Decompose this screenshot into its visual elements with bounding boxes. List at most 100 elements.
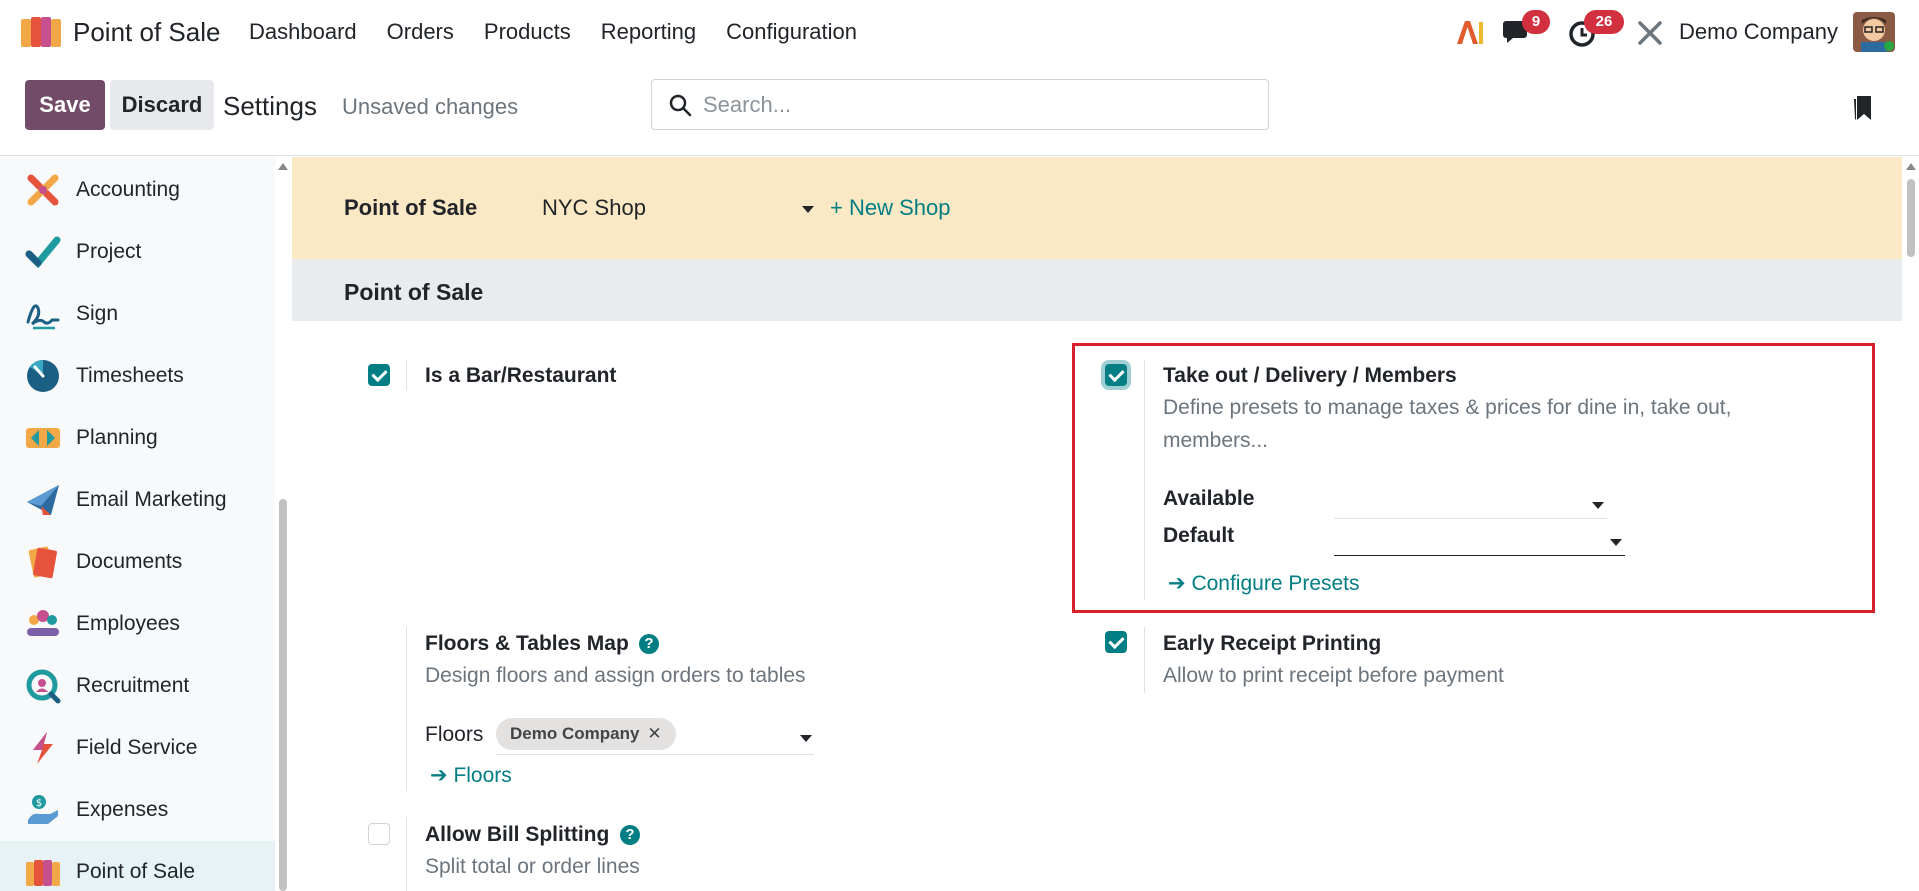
page-title: Settings [223,91,317,121]
bill-splitting-checkbox[interactable] [368,823,390,845]
svg-text:$: $ [36,798,42,809]
floors-tag-label: Demo Company [510,724,640,743]
sidebar-item-timesheets[interactable]: Timesheets [0,345,275,407]
sidebar-item-label: Field Service [76,736,198,759]
sidebar-item-planning[interactable]: Planning [0,407,275,469]
sidebar-item-expenses[interactable]: $ Expenses [0,779,275,841]
main-scroll-thumb[interactable] [1907,179,1915,257]
menu-products[interactable]: Products [484,19,571,45]
bar-restaurant-title: Is a Bar/Restaurant [425,364,617,387]
help-icon[interactable]: ? [620,825,640,845]
field-service-icon [33,732,53,764]
project-icon [25,236,61,269]
new-shop-link[interactable]: + New Shop [830,195,950,221]
sidebar-item-label: Expenses [76,798,169,821]
menu-configuration[interactable]: Configuration [726,19,857,45]
floors-label: Floors [425,723,484,746]
sidebar-item-sign[interactable]: Sign [0,283,275,345]
main-scrollbar[interactable] [1903,157,1919,891]
scroll-up-arrow-icon[interactable] [278,163,288,170]
settings-sidebar: Accounting Project Sign Timesheets Plann… [0,157,275,891]
arrow-right-icon: ➔ [430,764,454,787]
recruitment-icon [26,669,61,704]
sidebar-scrollbar[interactable] [276,157,290,891]
floors-link-label: Floors [453,764,512,787]
scroll-up-arrow-icon[interactable] [1906,163,1916,170]
sidebar-item-documents[interactable]: Documents [0,531,275,593]
field-underline [496,754,814,755]
control-panel: Save Discard Settings Unsaved changes [0,64,1919,156]
user-avatar[interactable] [1853,12,1895,52]
floors-tag: Demo Company ✕ [496,718,676,750]
sidebar-item-label: Email Marketing [76,488,227,511]
top-navbar: Point of Sale Dashboard Orders Products … [0,0,1919,64]
documents-icon [28,546,57,579]
help-icon[interactable]: ? [639,634,659,654]
unsaved-changes-indicator: Unsaved changes [342,94,519,119]
sidebar-item-label: Planning [76,426,158,449]
sidebar-item-label: Sign [76,302,119,325]
search-box[interactable] [651,79,1269,130]
chevron-down-icon[interactable] [802,206,814,213]
company-switcher[interactable]: Demo Company [1679,19,1838,45]
sidebar-item-label: Project [76,240,142,263]
sidebar-item-point-of-sale[interactable]: Point of Sale [0,841,275,891]
sidebar-scroll-thumb[interactable] [279,499,287,891]
email-marketing-icon [27,485,59,515]
early-receipt-checkbox[interactable] [1105,631,1127,653]
bookmark-icon[interactable] [1853,94,1875,122]
settings-main: Point of Sale NYC Shop + New Shop Point … [292,157,1902,891]
shop-select[interactable]: NYC Shop [542,195,646,221]
sidebar-item-employees[interactable]: Employees [0,593,275,655]
section-header: Point of Sale [292,259,1902,321]
floors-link[interactable]: ➔ Floors [430,763,512,788]
menu-dashboard[interactable]: Dashboard [249,19,357,45]
app-name[interactable]: Point of Sale [73,17,220,48]
sidebar-item-email-marketing[interactable]: Email Marketing [0,469,275,531]
save-button[interactable]: Save [25,80,105,130]
sidebar-item-label: Recruitment [76,674,190,697]
shop-selector-bar: Point of Sale NYC Shop + New Shop [292,157,1902,259]
early-receipt-description: Allow to print receipt before payment [1163,664,1504,687]
search-icon [669,94,692,117]
timesheets-icon [27,360,59,392]
sidebar-item-project[interactable]: Project [0,221,275,283]
planning-icon [26,428,60,448]
chevron-down-icon[interactable] [800,735,812,742]
sidebar-item-label: Point of Sale [76,860,196,883]
activity-count-badge: 26 [1584,10,1624,34]
sidebar-item-label: Accounting [76,178,180,201]
ai-icon[interactable] [1455,18,1485,46]
divider [406,627,407,791]
tools-icon[interactable] [1637,20,1663,46]
early-receipt-title: Early Receipt Printing [1163,632,1382,655]
shop-selector-label: Point of Sale [344,195,478,220]
employees-icon [27,610,59,636]
point-of-sale-logo-icon[interactable] [20,15,62,49]
bar-restaurant-checkbox[interactable] [368,364,390,386]
bill-splitting-title: Allow Bill Splitting [425,823,610,846]
sidebar-item-label: Employees [76,612,180,635]
sidebar-item-field-service[interactable]: Field Service [0,717,275,779]
chat-count-badge: 9 [1522,10,1550,34]
divider [1144,627,1145,693]
point-of-sale-icon [26,860,60,886]
sign-icon [26,304,60,330]
floors-map-description: Design floors and assign orders to table… [425,664,806,687]
sidebar-item-recruitment[interactable]: Recruitment [0,655,275,717]
main-menu: Dashboard Orders Products Reporting Conf… [249,19,887,45]
search-input[interactable] [703,90,1243,120]
menu-reporting[interactable]: Reporting [601,19,696,45]
expenses-icon: $ [28,795,58,824]
discard-button[interactable]: Discard [110,80,214,130]
menu-orders[interactable]: Orders [387,19,454,45]
section-title: Point of Sale [344,279,484,305]
highlight-box [1072,343,1875,613]
accounting-icon [27,174,59,206]
floors-map-title: Floors & Tables Map [425,632,629,655]
divider [406,817,407,891]
sidebar-item-label: Documents [76,550,183,573]
remove-tag-icon[interactable]: ✕ [647,724,661,743]
sidebar-item-accounting[interactable]: Accounting [0,159,275,221]
sidebar-item-label: Timesheets [76,364,184,387]
